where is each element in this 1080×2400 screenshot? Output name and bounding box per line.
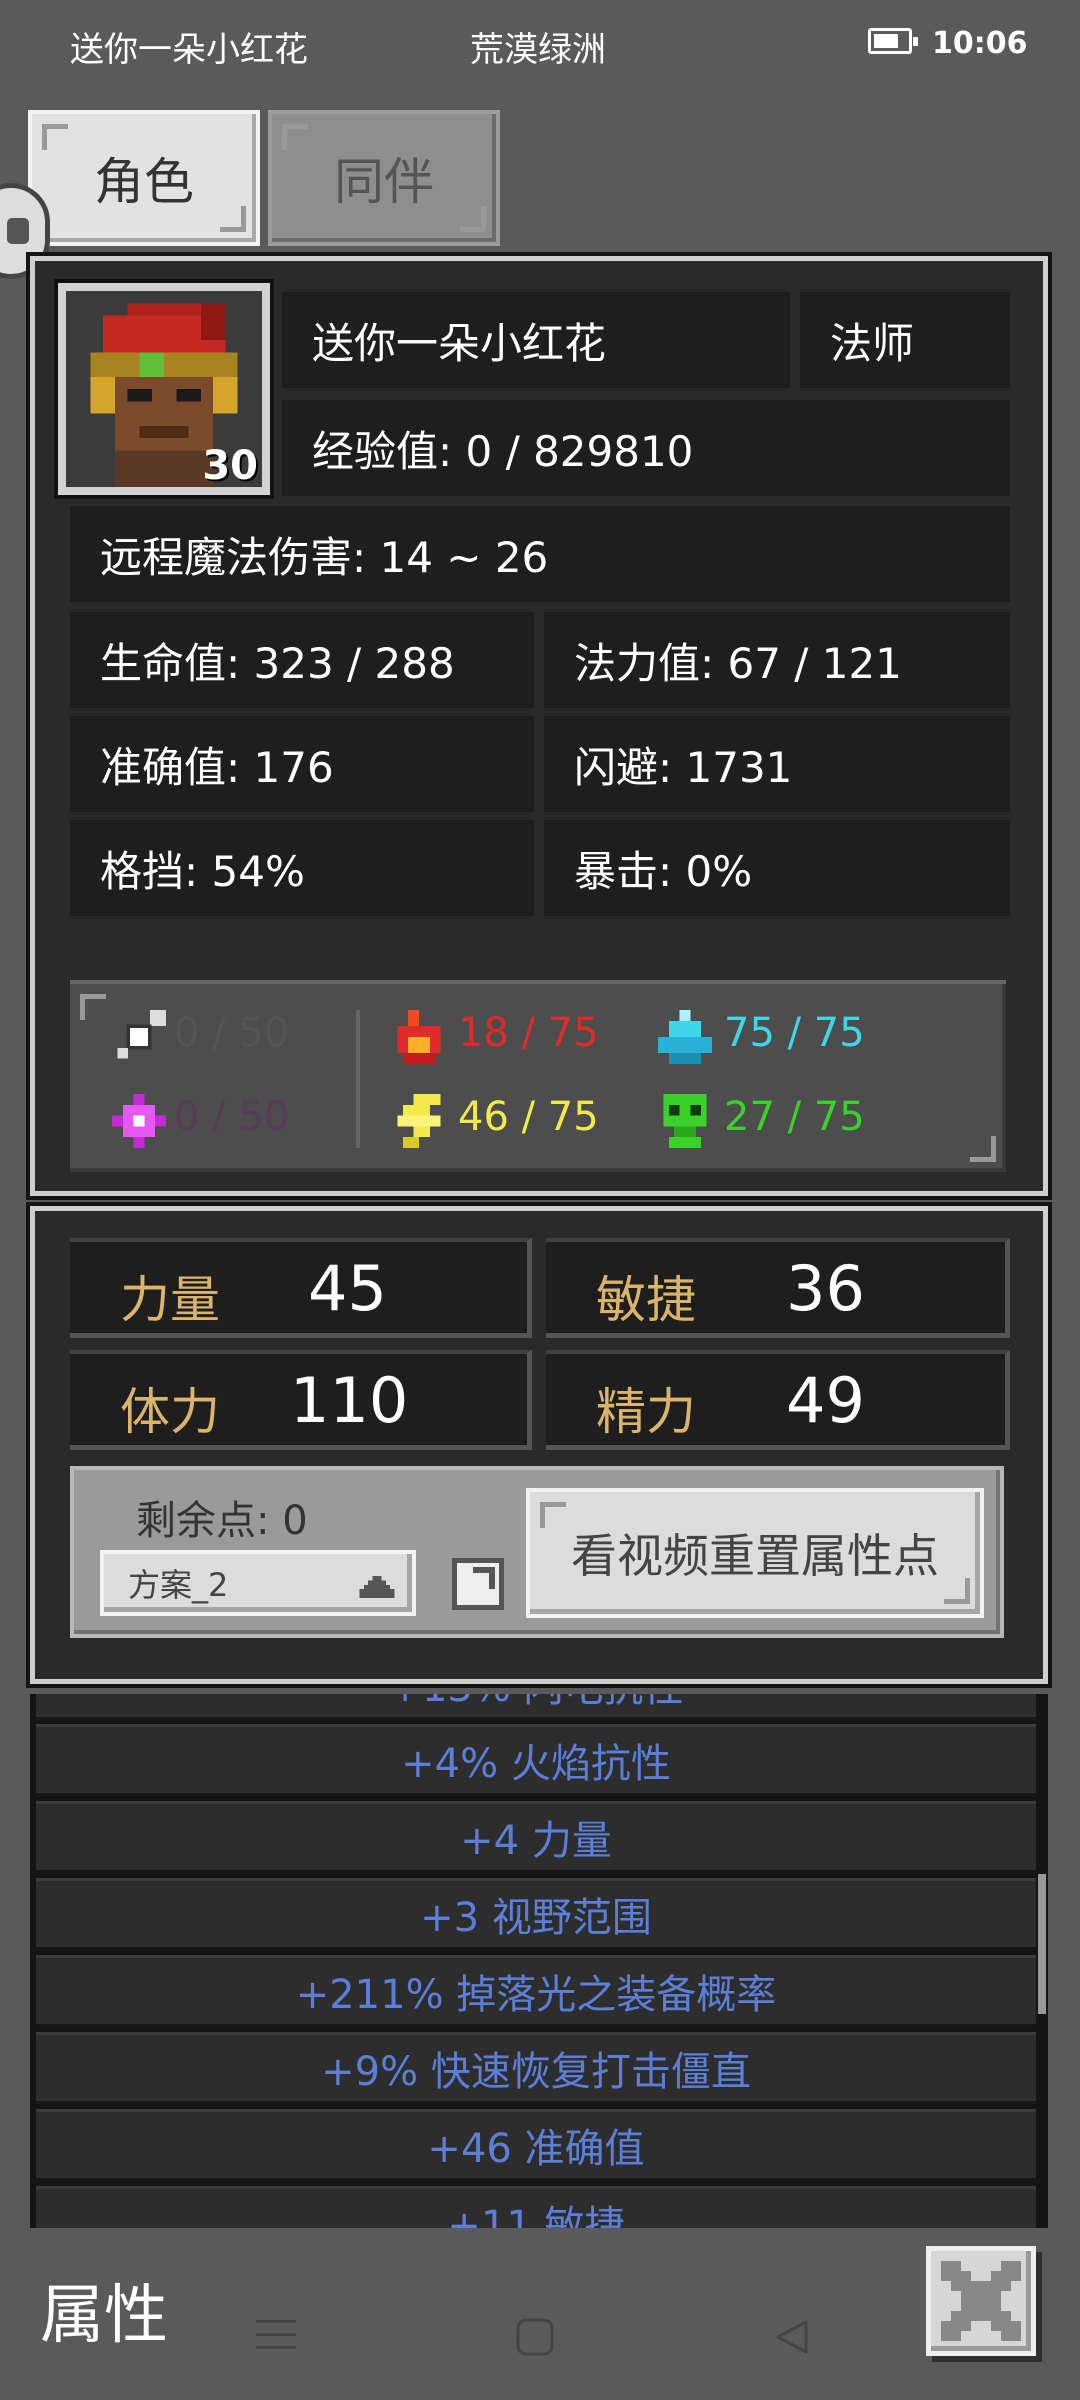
list-item: +11 敏捷 [36,2186,1036,2228]
home-icon[interactable] [516,2318,554,2356]
list-item: +211% 掉落光之装备概率 [36,1955,1036,2027]
character-level: 30 [202,443,258,489]
list-item: +4% 火焰抗性 [36,1724,1036,1796]
reset-attributes-label: 看视频重置属性点 [571,1529,939,1583]
attr-agility-label: 敏捷 [596,1271,696,1329]
status-bar: 送你一朵小红花 荒漠绿洲 10:06 [0,0,1080,88]
attr-agility-value: 36 [786,1252,865,1325]
attr-energy-label: 精力 [596,1383,696,1441]
list-item: +9% 快速恢复打击僵直 [36,2032,1036,2104]
attr-stamina-label: 体力 [120,1383,220,1441]
export-icon[interactable] [452,1558,504,1610]
character-class: 法师 [800,292,1010,388]
magic-icon [112,1094,166,1148]
attr-stamina-value: 110 [290,1364,409,1437]
resistance-divider [356,1010,360,1148]
character-crit: 暴击: 0% [544,820,1010,916]
fire-icon [397,1010,441,1064]
character-mp: 法力值: 67 / 121 [544,612,1010,708]
button-corner-decoration [540,1502,566,1528]
battery-icon [868,28,918,54]
attr-agility: 敏捷 36 [546,1238,1010,1338]
attr-strength-label: 力量 [120,1271,220,1329]
character-hp: 生命值: 323 / 288 [70,612,534,708]
tab-companion[interactable]: 同伴 [268,110,500,246]
close-button[interactable] [926,2246,1036,2356]
character-name: 送你一朵小红花 [282,292,790,388]
attr-energy-value: 49 [786,1364,865,1437]
tab-corner-decoration [220,206,246,232]
tab-character[interactable]: 角色 [28,110,260,246]
attr-energy: 精力 49 [546,1350,1010,1450]
character-portrait[interactable]: 30 [54,279,274,499]
poison-icon [663,1094,707,1148]
resistance-ice: 75 / 75 [724,1010,865,1056]
preset-dropdown[interactable]: 方案_2 [100,1550,416,1616]
resistance-fire: 18 / 75 [458,1010,599,1056]
points-box: 剩余点: 0 方案_2 看视频重置属性点 [70,1466,1004,1638]
status-time: 10:06 [932,26,1028,61]
list-item: +13% 闪电抗性 [36,1694,1036,1720]
back-icon[interactable] [772,2318,810,2356]
export-arrow [473,1567,495,1589]
tab-corner-decoration [282,124,308,150]
attr-strength-value: 45 [308,1252,387,1325]
ice-icon [658,1010,712,1064]
status-player-name: 送你一朵小红花 [70,30,308,70]
attr-strength: 力量 45 [70,1238,532,1338]
box-corner-decoration [84,1480,110,1506]
tab-corner-decoration [460,206,486,232]
list-item: +46 准确值 [36,2109,1036,2181]
menu-icon[interactable] [256,2318,296,2352]
remaining-points: 剩余点: 0 [136,1498,308,1544]
physical-icon [117,1010,166,1059]
character-dodge: 闪避: 1731 [544,716,1010,812]
button-corner-decoration [944,1578,970,1604]
close-icon [941,2261,1021,2341]
attr-stamina: 体力 110 [70,1350,532,1450]
tab-companion-label: 同伴 [334,153,434,211]
resistance-physical: 0 / 50 [174,1010,290,1056]
box-corner-decoration [970,1136,996,1162]
resistance-box: 0 / 50 0 / 50 18 / 75 46 / 75 75 / 75 27… [70,980,1006,1172]
resistance-poison: 27 / 75 [724,1094,865,1140]
chevron-up-icon [359,1576,395,1598]
list-item: +3 视野范围 [36,1878,1036,1950]
tab-corner-decoration [42,124,68,150]
bonus-list[interactable]: +13% 闪电抗性 +4% 火焰抗性 +4 力量 +3 视野范围 +211% 掉… [30,1694,1048,2228]
character-accuracy: 准确值: 176 [70,716,534,812]
resistance-lightning: 46 / 75 [458,1094,599,1140]
status-location: 荒漠绿洲 [470,30,606,70]
character-block: 格挡: 54% [70,820,534,916]
tab-character-label: 角色 [94,153,194,211]
lightning-icon [397,1094,441,1148]
reset-attributes-button[interactable]: 看视频重置属性点 [526,1488,984,1618]
page-title: 属性 [40,2279,168,2353]
character-damage: 远程魔法伤害: 14 ~ 26 [70,506,1010,602]
list-item: +4 力量 [36,1801,1036,1873]
box-corner-decoration [80,994,106,1020]
resistance-magic: 0 / 50 [174,1094,290,1140]
preset-dropdown-value: 方案_2 [128,1566,229,1604]
character-exp: 经验值: 0 / 829810 [282,400,1010,496]
list-scrollbar[interactable] [1038,1874,1046,2014]
